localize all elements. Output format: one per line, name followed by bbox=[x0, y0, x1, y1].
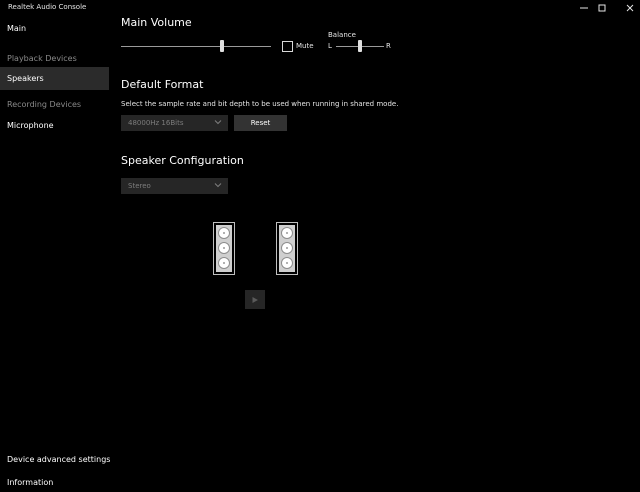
sidebar-item-speakers-highlight[interactable]: Speakers bbox=[0, 67, 109, 90]
right-speaker-icon[interactable] bbox=[276, 222, 298, 275]
chevron-down-icon bbox=[214, 120, 222, 125]
balance-label: Balance bbox=[328, 31, 356, 39]
main-content: Main Volume Mute Balance L R Default For… bbox=[121, 16, 640, 492]
left-speaker-icon[interactable] bbox=[213, 222, 235, 275]
sample-rate-dropdown[interactable]: 48000Hz 16Bits bbox=[121, 115, 228, 131]
speaker-body bbox=[279, 225, 295, 272]
sidebar-section-recording: Recording Devices bbox=[7, 100, 82, 109]
mute-checkbox[interactable] bbox=[282, 41, 293, 52]
maximize-button[interactable] bbox=[584, 0, 620, 16]
speaker-configuration-dropdown[interactable]: Stereo bbox=[121, 178, 228, 194]
sidebar-item-microphone[interactable]: Microphone bbox=[7, 121, 54, 130]
speaker-cone bbox=[281, 242, 293, 254]
reset-button[interactable]: Reset bbox=[234, 115, 287, 131]
speaker-cone bbox=[281, 227, 293, 239]
volume-slider-thumb[interactable] bbox=[219, 40, 224, 52]
sidebar-item-advanced-settings[interactable]: Device advanced settings bbox=[7, 455, 110, 464]
speaker-cone bbox=[218, 257, 230, 269]
speaker-configuration-heading: Speaker Configuration bbox=[121, 154, 244, 167]
test-play-button[interactable] bbox=[245, 290, 265, 309]
speaker-cone bbox=[281, 257, 293, 269]
sidebar-item-main[interactable]: Main bbox=[7, 24, 26, 33]
balance-right-label: R bbox=[386, 42, 391, 50]
default-format-description: Select the sample rate and bit depth to … bbox=[121, 100, 399, 108]
sidebar-section-playback: Playback Devices bbox=[7, 54, 77, 63]
mute-label: Mute bbox=[296, 42, 314, 50]
speaker-cone bbox=[218, 227, 230, 239]
speaker-body bbox=[216, 225, 232, 272]
title-bar: Realtek Audio Console bbox=[0, 0, 640, 16]
speaker-configuration-value: Stereo bbox=[128, 182, 151, 190]
chevron-down-icon bbox=[214, 183, 222, 188]
close-button[interactable] bbox=[620, 0, 640, 16]
speaker-cone bbox=[218, 242, 230, 254]
balance-slider-thumb[interactable] bbox=[358, 40, 362, 52]
close-icon bbox=[626, 4, 634, 12]
main-volume-heading: Main Volume bbox=[121, 16, 192, 29]
default-format-heading: Default Format bbox=[121, 78, 204, 91]
sidebar-item-information[interactable]: Information bbox=[7, 478, 53, 487]
maximize-icon bbox=[598, 4, 606, 12]
app-title: Realtek Audio Console bbox=[8, 3, 87, 11]
play-icon bbox=[252, 296, 258, 303]
sidebar: Main Playback Devices Speakers Recording… bbox=[0, 16, 110, 492]
sidebar-item-speakers[interactable]: Speakers bbox=[7, 74, 44, 83]
volume-slider[interactable] bbox=[121, 46, 271, 47]
sample-rate-value: 48000Hz 16Bits bbox=[128, 119, 184, 127]
balance-left-label: L bbox=[328, 42, 332, 50]
